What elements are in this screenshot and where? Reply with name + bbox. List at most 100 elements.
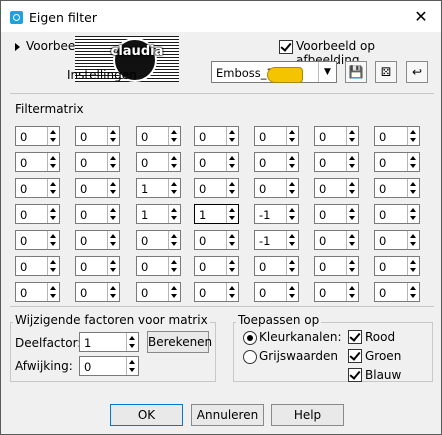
spin-up-icon[interactable] xyxy=(50,208,56,212)
spin-up-icon[interactable] xyxy=(171,208,177,212)
spin-down-icon[interactable] xyxy=(349,216,355,220)
spin-buttons[interactable] xyxy=(407,205,419,223)
spin-buttons[interactable] xyxy=(407,283,419,301)
matrix-cell[interactable]: 0 xyxy=(136,230,181,250)
matrix-cell[interactable]: 1 xyxy=(136,178,181,198)
spin-buttons[interactable] xyxy=(226,205,238,223)
spin-down-icon[interactable] xyxy=(289,294,295,298)
spin-down-icon[interactable] xyxy=(229,138,235,142)
matrix-cell[interactable]: 0 xyxy=(15,126,60,146)
spin-up-icon[interactable] xyxy=(50,286,56,290)
spin-up-icon[interactable] xyxy=(349,130,355,134)
spin-up-icon[interactable] xyxy=(289,286,295,290)
spin-buttons[interactable] xyxy=(168,231,180,249)
spin-buttons[interactable] xyxy=(407,179,419,197)
matrix-cell[interactable]: 0 xyxy=(194,282,239,302)
matrix-cell[interactable]: 0 xyxy=(136,126,181,146)
spin-up-icon[interactable] xyxy=(289,208,295,212)
matrix-cell[interactable]: 0 xyxy=(374,282,420,302)
chevron-down-icon[interactable]: ▼ xyxy=(318,62,336,82)
spin-buttons[interactable] xyxy=(47,283,59,301)
matrix-cell[interactable]: 0 xyxy=(75,282,120,302)
spin-down-icon[interactable] xyxy=(110,242,116,246)
matrix-cell[interactable]: 0 xyxy=(75,256,120,276)
spin-up-icon[interactable] xyxy=(110,234,116,238)
spin-up-icon[interactable] xyxy=(289,260,295,264)
spin-buttons[interactable] xyxy=(346,231,358,249)
spin-buttons[interactable] xyxy=(126,357,138,375)
randomize-button[interactable]: ⚄ xyxy=(375,61,397,83)
spin-up-icon[interactable] xyxy=(50,182,56,186)
spin-up-icon[interactable] xyxy=(410,130,416,134)
matrix-cell[interactable]: 0 xyxy=(194,256,239,276)
spin-buttons[interactable] xyxy=(47,231,59,249)
spin-down-icon[interactable] xyxy=(349,190,355,194)
spin-buttons[interactable] xyxy=(286,179,298,197)
spin-down-icon[interactable] xyxy=(110,268,116,272)
spin-down-icon[interactable] xyxy=(229,242,235,246)
matrix-cell[interactable]: 0 xyxy=(75,152,120,172)
cancel-button[interactable]: Annuleren xyxy=(191,404,264,426)
spin-buttons[interactable] xyxy=(286,231,298,249)
spin-down-icon[interactable] xyxy=(289,164,295,168)
deelfactor-input[interactable]: 1 xyxy=(79,332,139,352)
spin-down-icon[interactable] xyxy=(289,138,295,142)
rood-checkbox[interactable] xyxy=(348,330,362,344)
matrix-cell[interactable]: 0 xyxy=(374,126,420,146)
spin-down-icon[interactable] xyxy=(229,294,235,298)
spin-down-icon[interactable] xyxy=(110,216,116,220)
matrix-cell[interactable]: 0 xyxy=(15,256,60,276)
matrix-cell[interactable]: 0 xyxy=(254,178,299,198)
spin-up-icon[interactable] xyxy=(171,182,177,186)
spin-buttons[interactable] xyxy=(168,153,180,171)
spin-down-icon[interactable] xyxy=(110,138,116,142)
spin-up-icon[interactable] xyxy=(110,286,116,290)
spin-down-icon[interactable] xyxy=(349,294,355,298)
matrix-cell[interactable]: 1 xyxy=(136,204,181,224)
spin-up-icon[interactable] xyxy=(349,260,355,264)
spin-buttons[interactable] xyxy=(107,283,119,301)
spin-up-icon[interactable] xyxy=(410,156,416,160)
spin-down-icon[interactable] xyxy=(171,190,177,194)
spin-down-icon[interactable] xyxy=(50,164,56,168)
spin-down-icon[interactable] xyxy=(171,164,177,168)
spin-buttons[interactable] xyxy=(286,257,298,275)
spin-up-icon[interactable] xyxy=(50,156,56,160)
spin-up-icon[interactable] xyxy=(349,182,355,186)
spin-buttons[interactable] xyxy=(126,333,138,351)
groen-checkbox[interactable] xyxy=(348,349,362,363)
spin-up-icon[interactable] xyxy=(110,156,116,160)
spin-buttons[interactable] xyxy=(226,231,238,249)
spin-down-icon[interactable] xyxy=(289,268,295,272)
spin-buttons[interactable] xyxy=(47,153,59,171)
matrix-cell[interactable]: 0 xyxy=(314,230,359,250)
spin-up-icon[interactable] xyxy=(110,260,116,264)
spin-buttons[interactable] xyxy=(346,283,358,301)
matrix-cell[interactable]: 0 xyxy=(374,204,420,224)
spin-down-icon[interactable] xyxy=(410,190,416,194)
kleurkanalen-radio[interactable] xyxy=(243,331,257,345)
spin-buttons[interactable] xyxy=(407,127,419,145)
spin-down-icon[interactable] xyxy=(171,242,177,246)
spin-up-icon[interactable] xyxy=(110,182,116,186)
spin-down-icon[interactable] xyxy=(410,294,416,298)
spin-buttons[interactable] xyxy=(407,231,419,249)
spin-down-icon[interactable] xyxy=(410,138,416,142)
spin-buttons[interactable] xyxy=(346,127,358,145)
spin-down-icon[interactable] xyxy=(50,216,56,220)
matrix-cell[interactable]: 0 xyxy=(374,152,420,172)
spin-buttons[interactable] xyxy=(346,257,358,275)
matrix-cell[interactable]: 0 xyxy=(254,256,299,276)
spin-up-icon[interactable] xyxy=(349,234,355,238)
matrix-cell[interactable]: 1 xyxy=(194,204,239,224)
spin-buttons[interactable] xyxy=(107,205,119,223)
matrix-cell[interactable]: 0 xyxy=(254,152,299,172)
spin-buttons[interactable] xyxy=(226,153,238,171)
matrix-cell[interactable]: 0 xyxy=(314,178,359,198)
spin-down-icon[interactable] xyxy=(229,164,235,168)
spin-buttons[interactable] xyxy=(47,205,59,223)
spin-up-icon[interactable] xyxy=(229,182,235,186)
spin-up-icon[interactable] xyxy=(410,234,416,238)
matrix-cell[interactable]: 0 xyxy=(75,230,120,250)
spin-up-icon[interactable] xyxy=(50,260,56,264)
